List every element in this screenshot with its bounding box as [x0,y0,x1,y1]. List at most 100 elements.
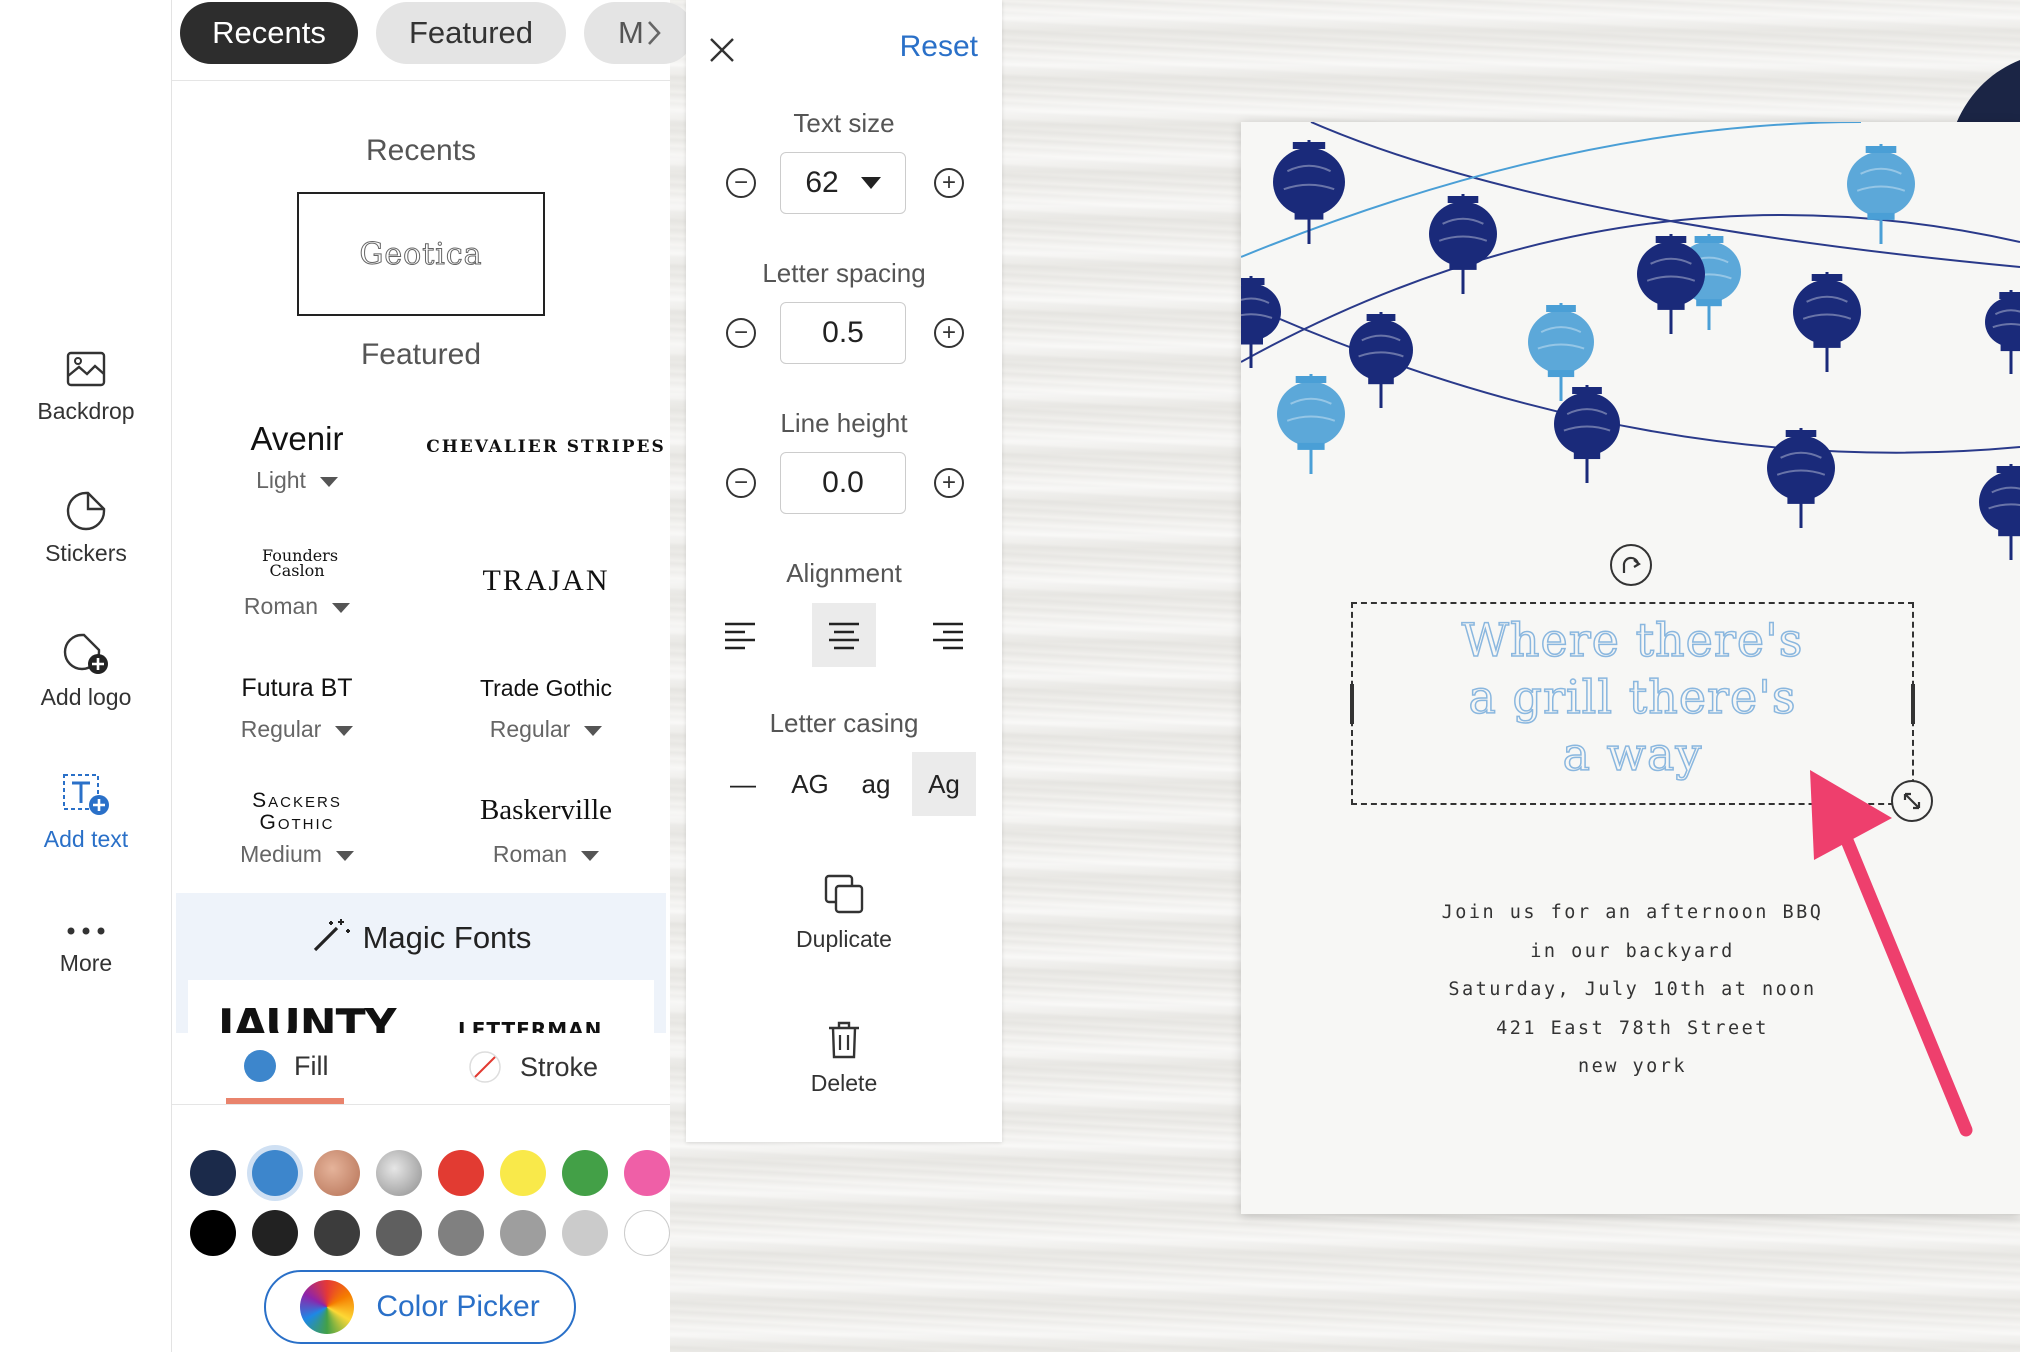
tab-featured[interactable]: Featured [376,2,566,64]
lantern [1979,464,2020,560]
increase-line-height-button[interactable]: + [934,468,964,498]
resize-handle-left[interactable] [1350,684,1354,724]
magic-sample-jaunty[interactable]: JAUNTY [218,1000,396,1035]
tab-stroke[interactable]: Stroke [468,1050,598,1084]
align-left-icon [725,622,755,650]
headline-text[interactable]: Where there's a grill there's a way [1351,612,1914,783]
font-variant-label: Roman [492,841,568,867]
color-swatch[interactable] [252,1150,298,1196]
headline-line: a grill there's [1468,669,1797,725]
active-tab-indicator [226,1098,344,1104]
more-button[interactable]: More [0,920,172,977]
align-right-button[interactable] [916,603,980,667]
increase-text-size-button[interactable]: + [934,168,964,198]
delete-label: Delete [810,1070,878,1096]
casing-titlecase-button[interactable]: Ag [912,752,976,816]
color-swatch[interactable] [438,1150,484,1196]
add-text-label: Add text [43,826,129,852]
more-dots-icon [67,927,105,935]
add-text-button[interactable]: Add text [0,772,172,853]
color-swatch[interactable] [562,1210,608,1256]
color-swatch[interactable] [562,1150,608,1196]
font-weight-select[interactable]: Light [172,467,422,494]
color-swatch[interactable] [500,1210,546,1256]
font-weight-select[interactable]: Regular [422,716,670,743]
color-swatch[interactable] [190,1150,236,1196]
lantern [1985,290,2020,374]
lantern [1273,140,1345,244]
text-size-value: 62 [805,166,839,199]
letter-spacing-input[interactable]: 0.5 [780,302,906,364]
no-stroke-icon [469,1051,501,1083]
add-logo-label: Add logo [40,684,132,710]
casing-lowercase-button[interactable]: ag [844,752,908,816]
color-swatch[interactable] [624,1210,670,1256]
caret-down-icon [860,177,881,189]
font-weight-select[interactable]: Regular [172,716,422,743]
color-swatch[interactable] [314,1210,360,1256]
duplicate-button[interactable]: Duplicate [686,872,1002,953]
recent-font-geotica[interactable]: Geotica [297,192,545,316]
plus-icon: + [941,469,956,496]
resize-handle-right[interactable] [1911,684,1915,724]
font-variant-label: Medium [240,841,322,867]
color-swatch[interactable] [624,1150,670,1196]
magic-fonts-title[interactable]: Magic Fonts [172,916,670,956]
caret-down-icon [584,725,603,736]
duplicate-icon [824,874,864,914]
caret-down-icon [335,725,354,736]
minus-icon: − [733,169,748,196]
more-label: More [59,950,113,976]
delete-button[interactable]: Delete [686,1020,1002,1097]
color-swatch[interactable] [190,1210,236,1256]
color-swatch[interactable] [376,1150,422,1196]
rotate-handle[interactable] [1610,544,1652,586]
next-card-corner [1956,60,2020,124]
decrease-text-size-button[interactable]: − [726,168,756,198]
tabs-divider [172,80,670,81]
lantern [1847,144,1915,244]
align-left-button[interactable] [708,603,772,667]
alignment-label: Alignment [786,558,902,588]
magic-fonts-label: Magic Fonts [362,920,532,955]
text-size-label: Text size [793,108,895,138]
minus-icon: − [733,319,748,346]
decrease-letter-spacing-button[interactable]: − [726,318,756,348]
headline-line: Where there's [1461,612,1804,668]
tab-recents[interactable]: Recents [180,2,358,64]
color-swatch[interactable] [314,1150,360,1196]
increase-letter-spacing-button[interactable]: + [934,318,964,348]
font-weight-select[interactable]: Roman [422,841,670,868]
color-swatch[interactable] [500,1150,546,1196]
text-size-select[interactable]: 62 [780,152,906,214]
color-swatch[interactable] [438,1210,484,1256]
lantern [1429,194,1497,294]
color-wheel-icon [300,1280,355,1334]
color-swatch[interactable] [376,1210,422,1256]
color-swatch[interactable] [252,1210,298,1256]
text-settings-panel: Reset Text size − 62 + Letter spacing − … [686,0,1002,1142]
stickers-button[interactable]: Stickers [0,490,172,567]
magic-fonts-preview[interactable]: JAUNTY LETTERMAN [188,980,654,1035]
close-icon[interactable] [708,36,736,64]
tab-more[interactable]: M [584,2,694,64]
reset-button[interactable]: Reset [900,30,978,64]
letter-casing-label: Letter casing [769,708,919,738]
add-logo-button[interactable]: Add logo [0,632,172,711]
font-weight-select[interactable]: Roman [172,593,422,620]
decrease-line-height-button[interactable]: − [726,468,756,498]
tab-fill[interactable]: Fill [244,1050,329,1082]
font-weight-select[interactable]: Medium [172,841,422,868]
lantern [1277,374,1345,474]
minus-icon: − [733,469,748,496]
color-picker-button[interactable]: Color Picker [264,1270,576,1344]
casing-none-button[interactable]: — [711,752,775,816]
sticker-icon [66,491,106,531]
font-name: Trade Gothic [479,675,613,701]
casing-uppercase-button[interactable]: AG [778,752,842,816]
line-height-input[interactable]: 0.0 [780,452,906,514]
stickers-label: Stickers [45,540,127,566]
align-center-button[interactable] [812,603,876,667]
font-name: Avenir [250,420,344,457]
backdrop-button[interactable]: Backdrop [0,348,172,425]
